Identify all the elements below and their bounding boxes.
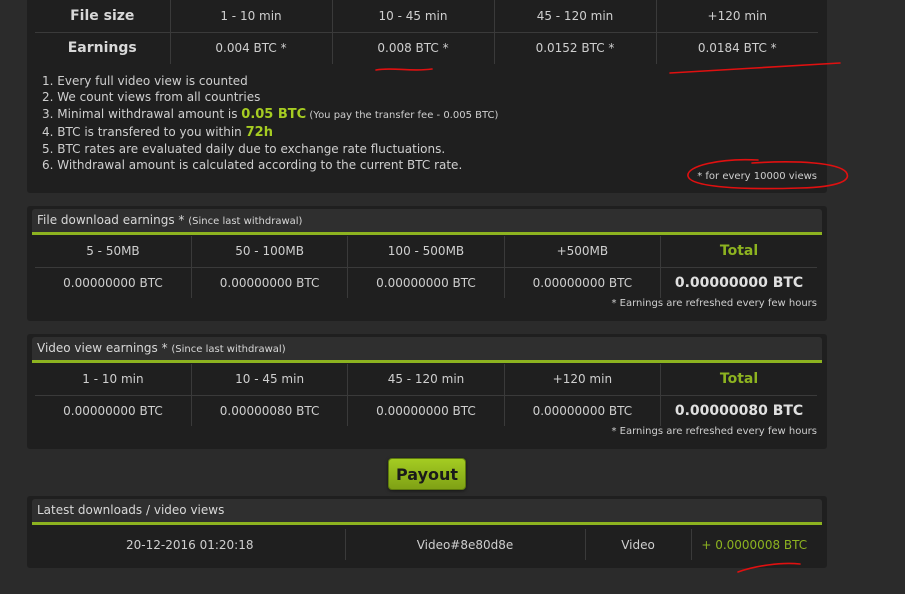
since-label: (Since last withdrawal) [188, 216, 303, 227]
rule-item: 5. BTC rates are evaluated daily due to … [42, 142, 446, 157]
panel-header: Video view earnings * (Since last withdr… [32, 337, 822, 363]
since-label: (Since last withdrawal) [171, 344, 286, 355]
header-row: 5 - 50MB 50 - 100MB 100 - 500MB +500MB T… [35, 236, 817, 268]
activity-name: Video#8e80d8e [345, 529, 586, 560]
column-header: 10 - 45 min [191, 364, 349, 396]
value-row: 0.00000000 BTC 0.00000080 BTC 0.00000000… [35, 395, 817, 426]
table-row: 20-12-2016 01:20:18 Video#8e80d8e Video … [35, 529, 817, 560]
value-row: 0.00000000 BTC 0.00000000 BTC 0.00000000… [35, 267, 817, 298]
rate-cell: 0.0152 BTC * [494, 32, 657, 64]
rule-text: 4. BTC is transfered to you within [42, 124, 246, 139]
column-header: 45 - 120 min [347, 364, 505, 396]
duration-cell: +120 min [656, 0, 818, 33]
file-earnings-table: 5 - 50MB 50 - 100MB 100 - 500MB +500MB T… [35, 236, 817, 298]
value-cell: 0.00000080 BTC [191, 395, 349, 426]
column-header: 1 - 10 min [35, 364, 192, 396]
activity-type: Video [585, 529, 692, 560]
column-header: 50 - 100MB [191, 236, 349, 268]
activity-amount: + 0.0000008 BTC [701, 537, 808, 552]
rule-item: 4. BTC is transfered to you within 72h [42, 124, 498, 141]
rate-cell: 0.008 BTC * [332, 32, 495, 64]
header-row: 1 - 10 min 10 - 45 min 45 - 120 min +120… [35, 364, 817, 396]
duration-cell: 10 - 45 min [332, 0, 495, 33]
latest-table: 20-12-2016 01:20:18 Video#8e80d8e Video … [35, 529, 817, 560]
total-value: 0.00000000 BTC [674, 274, 804, 291]
value-cell: 0.00000000 BTC [191, 267, 349, 298]
panel-header: File download earnings * (Since last wit… [32, 209, 822, 235]
value-cell: 0.00000000 BTC [504, 267, 662, 298]
rule-text: 3. Minimal withdrawal amount is [42, 106, 242, 121]
total-header: Total [660, 364, 817, 396]
value-cell: 0.00000000 BTC [35, 395, 192, 426]
latest-activity-panel: Latest downloads / video views 20-12-201… [27, 496, 827, 568]
value-cell: 0.00000000 BTC [347, 267, 505, 298]
value-cell: 0.00000000 BTC [504, 395, 662, 426]
total-header: Total [660, 236, 817, 268]
payout-button[interactable]: Payout [388, 458, 466, 490]
panel-title: File download earnings * [37, 213, 189, 227]
value-cell: 0.00000000 BTC [347, 395, 505, 426]
rules-list: 1. Every full video view is counted 2. W… [42, 73, 498, 174]
transfer-fee-note: (You pay the transfer fee - 0.005 BTC) [306, 109, 499, 121]
earnings-label: Earnings [35, 32, 171, 64]
panel-header: Latest downloads / video views [32, 499, 822, 525]
refresh-note: * Earnings are refreshed every few hours [611, 298, 817, 309]
file-size-label: File size [35, 0, 171, 33]
video-earnings-panel: Video view earnings * (Since last withdr… [27, 334, 827, 449]
duration-cell: 45 - 120 min [494, 0, 657, 33]
duration-cell: 1 - 10 min [170, 0, 333, 33]
file-size-row: File size 1 - 10 min 10 - 45 min 45 - 12… [35, 0, 818, 33]
rule-item: 2. We count views from all countries [42, 90, 261, 105]
rule-item: 1. Every full video view is counted [42, 74, 248, 88]
video-rates-panel: File size 1 - 10 min 10 - 45 min 45 - 12… [27, 0, 827, 193]
panel-title: Video view earnings * [37, 341, 172, 355]
column-header: +120 min [504, 364, 662, 396]
column-header: 5 - 50MB [35, 236, 192, 268]
column-header: +500MB [504, 236, 662, 268]
file-earnings-panel: File download earnings * (Since last wit… [27, 206, 827, 321]
video-earnings-table: 1 - 10 min 10 - 45 min 45 - 120 min +120… [35, 364, 817, 426]
views-footnote: * for every 10000 views [697, 171, 817, 182]
value-cell: 0.00000000 BTC [35, 267, 192, 298]
rule-item: 3. Minimal withdrawal amount is 0.05 BTC… [42, 106, 498, 124]
rate-cell: 0.004 BTC * [170, 32, 333, 64]
rule-item: 6. Withdrawal amount is calculated accor… [42, 158, 463, 173]
min-withdrawal-amount: 0.05 BTC [241, 106, 307, 122]
total-value: 0.00000080 BTC [674, 402, 804, 419]
rates-table: File size 1 - 10 min 10 - 45 min 45 - 12… [35, 0, 818, 64]
refresh-note: * Earnings are refreshed every few hours [611, 426, 817, 437]
transfer-time: 72h [245, 124, 273, 140]
activity-date: 20-12-2016 01:20:18 [35, 529, 346, 560]
rate-cell: 0.0184 BTC * [697, 41, 777, 56]
earnings-row: Earnings 0.004 BTC * 0.008 BTC * 0.0152 … [35, 32, 818, 64]
column-header: 100 - 500MB [347, 236, 505, 268]
